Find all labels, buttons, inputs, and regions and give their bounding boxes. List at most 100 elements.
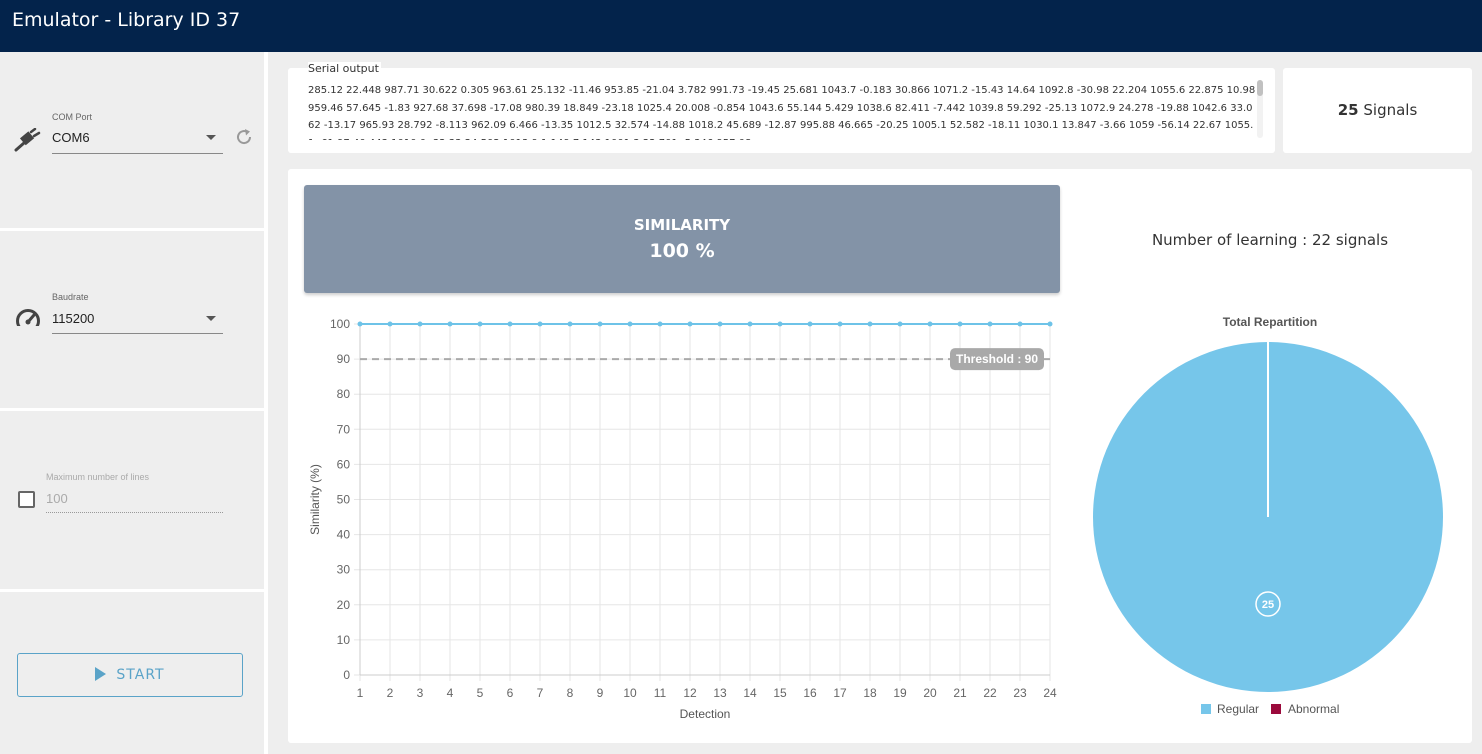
y-tick-label: 90 xyxy=(337,352,351,366)
x-tick-label: 4 xyxy=(447,686,454,700)
data-point[interactable] xyxy=(957,321,963,327)
pie-title: Total Repartition xyxy=(1223,315,1317,329)
x-tick-label: 3 xyxy=(417,686,424,700)
max-lines-underline xyxy=(46,512,223,513)
y-tick-label: 0 xyxy=(343,668,350,682)
similarity-line-chart: 01020304050607080901001 2 3 4 5 6 7 8 9 10 11 12 13 1… xyxy=(308,317,1057,721)
data-point[interactable] xyxy=(507,321,513,327)
data-point[interactable] xyxy=(1047,321,1053,327)
com-port-underline xyxy=(52,153,223,154)
data-point[interactable] xyxy=(987,321,993,327)
similarity-value: 100 % xyxy=(649,240,715,262)
max-lines-panel: Maximum number of lines 100 xyxy=(0,411,264,592)
refresh-icon[interactable] xyxy=(234,127,254,147)
y-tick-label: 10 xyxy=(337,633,351,647)
signals-counter: 25 Signals xyxy=(1283,101,1472,119)
data-point[interactable] xyxy=(807,321,813,327)
play-icon xyxy=(95,667,107,681)
data-point[interactable] xyxy=(357,321,363,327)
y-tick-label: 40 xyxy=(337,528,351,542)
similarity-title: SIMILARITY xyxy=(633,216,731,234)
max-lines-checkbox[interactable] xyxy=(18,491,35,508)
x-tick-label: 23 xyxy=(1013,686,1027,700)
data-point[interactable] xyxy=(657,321,663,327)
x-tick-label: 7 xyxy=(537,686,544,700)
x-tick-label: 9 xyxy=(597,686,604,700)
x-tick-label: 24 xyxy=(1043,686,1057,700)
start-button-label: START xyxy=(116,667,165,683)
x-tick-label: 1 xyxy=(357,686,364,700)
threshold-badge: Threshold : 90 xyxy=(950,348,1044,371)
serial-output-card: Serial output 285.12 22.448 987.71 30.62… xyxy=(288,62,1275,153)
data-label: 25 xyxy=(1262,599,1274,611)
title-bar: Emulator - Library ID 37 xyxy=(0,0,1482,52)
y-axis-label: Similarity (%) xyxy=(308,464,322,535)
serial-output-text[interactable]: 285.12 22.448 987.71 30.622 0.305 963.61… xyxy=(308,82,1258,140)
sidebar-divider xyxy=(264,52,268,754)
data-point[interactable] xyxy=(387,321,393,327)
data-point[interactable] xyxy=(687,321,693,327)
x-tick-label: 22 xyxy=(983,686,997,700)
x-tick-label: 10 xyxy=(623,686,637,700)
x-tick-label: 18 xyxy=(863,686,877,700)
data-point[interactable] xyxy=(477,321,483,327)
com-port-label: COM Port xyxy=(52,112,93,122)
chevron-down-icon[interactable] xyxy=(206,135,216,140)
data-point[interactable] xyxy=(567,321,573,327)
signals-label: Signals xyxy=(1363,101,1418,119)
data-point[interactable] xyxy=(537,321,543,327)
y-tick-label: 80 xyxy=(337,387,351,401)
legend-regular[interactable]: Regular xyxy=(1201,702,1259,716)
y-tick-label: 60 xyxy=(337,457,351,471)
chevron-down-icon[interactable] xyxy=(206,316,216,321)
learning-text: Number of learning : 22 signals xyxy=(1151,231,1389,249)
serial-scrollbar-thumb[interactable] xyxy=(1257,80,1263,96)
com-port-panel: COM Port COM6 xyxy=(0,52,264,231)
x-tick-label: 6 xyxy=(507,686,514,700)
serial-output-label: Serial output xyxy=(308,62,381,75)
data-point[interactable] xyxy=(837,321,843,327)
x-tick-label: 21 xyxy=(953,686,967,700)
data-point[interactable] xyxy=(1017,321,1023,327)
data-point[interactable] xyxy=(717,321,723,327)
y-tick-label: 30 xyxy=(337,563,351,577)
x-tick-label: 2 xyxy=(387,686,394,700)
data-point[interactable] xyxy=(447,321,453,327)
threshold-label: Threshold : 90 xyxy=(956,352,1038,366)
data-point[interactable] xyxy=(867,321,873,327)
signals-count: 25 xyxy=(1337,101,1359,119)
data-point[interactable] xyxy=(897,321,903,327)
legend-abnormal[interactable]: Abnormal xyxy=(1271,702,1339,716)
x-tick-label: 11 xyxy=(654,686,667,700)
data-point[interactable] xyxy=(597,321,603,327)
start-button[interactable]: START xyxy=(17,653,243,697)
serial-scrollbar[interactable] xyxy=(1257,80,1263,138)
baudrate-select[interactable]: 115200 xyxy=(52,311,94,326)
usb-plug-icon xyxy=(14,128,41,152)
x-tick-label: 20 xyxy=(923,686,937,700)
speedometer-icon xyxy=(16,309,40,333)
max-lines-label: Maximum number of lines xyxy=(46,472,150,482)
x-tick-label: 15 xyxy=(773,686,787,700)
x-axis-label: Detection xyxy=(680,707,731,721)
results-card: SIMILARITY 100 % 0 10 20 30 40 50 60 70 80 90 100 1… xyxy=(288,169,1472,743)
baudrate-panel: Baudrate 115200 xyxy=(0,231,264,411)
legend-regular-label: Regular xyxy=(1217,702,1259,716)
baudrate-underline xyxy=(52,333,223,334)
y-tick-label: 20 xyxy=(337,598,351,612)
data-point[interactable] xyxy=(417,321,423,327)
data-point[interactable] xyxy=(777,321,783,327)
data-point[interactable] xyxy=(747,321,753,327)
x-tick-label: 5 xyxy=(477,686,484,700)
baudrate-label: Baudrate xyxy=(52,292,89,302)
com-port-select[interactable]: COM6 xyxy=(52,130,90,145)
x-tick-label: 14 xyxy=(743,686,757,700)
similarity-box: SIMILARITY 100 % xyxy=(304,185,1060,293)
max-lines-input[interactable]: 100 xyxy=(46,491,68,506)
data-point[interactable] xyxy=(927,321,933,327)
data-point[interactable] xyxy=(627,321,633,327)
y-tick-label: 50 xyxy=(337,493,351,507)
window-title: Emulator - Library ID 37 xyxy=(12,9,241,31)
x-tick-label: 12 xyxy=(683,686,697,700)
x-tick-label: 19 xyxy=(893,686,907,700)
